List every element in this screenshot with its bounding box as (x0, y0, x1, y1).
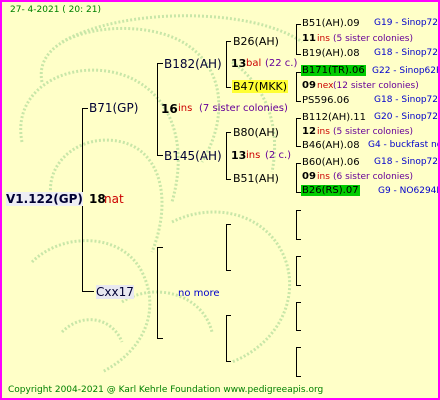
queen-cxx17[interactable]: Cxx17 (96, 285, 134, 299)
queen-b80[interactable]: B80(AH) (233, 126, 279, 139)
b26-note: (22 c.) (265, 58, 298, 69)
b51-parent-note: (6 sister colonies) (333, 172, 414, 182)
b46-08-line: G4 - buckfast no (368, 140, 440, 150)
b26-tag: bal (246, 58, 262, 69)
b80-count: 13 (231, 149, 247, 162)
b26-parent-note: (5 sister colonies) (333, 34, 414, 44)
copyright-footer: Copyright 2004-2021 @ Karl Kehrle Founda… (8, 385, 324, 395)
b47-parent-tag: nex (317, 81, 334, 91)
b51-parent-tag: ins (317, 172, 330, 182)
b26-rs-07-line: G9 - NO6294R (378, 186, 440, 196)
queen-b71[interactable]: B71(GP) (89, 101, 138, 115)
queen-b145[interactable]: B145(AH) (164, 149, 222, 163)
b47-parent-note: (12 sister colonies) (333, 81, 419, 91)
b26-parent-count: 11 (302, 33, 316, 44)
pedigree-frame: 27- 4-2021 ( 20: 21) V1.122(GP) 18 nat B… (0, 0, 440, 400)
queen-ps596-06[interactable]: PS596.06 (302, 95, 349, 106)
queen-b51[interactable]: B51(AH) (233, 172, 279, 185)
b80-parent-tag: ins (317, 127, 330, 137)
cxx17-note: no more (178, 288, 220, 299)
queen-b112-11[interactable]: B112(AH).11 (302, 112, 366, 123)
b51-parent-count: 09 (302, 171, 316, 182)
b60-06-line: G18 - Sinop72R (374, 157, 440, 167)
root-tag: nat (104, 192, 124, 206)
queen-b47[interactable]: B47(MKK) (232, 80, 289, 93)
b80-parent-count: 12 (302, 126, 316, 137)
queen-b26[interactable]: B26(AH) (233, 35, 279, 48)
queen-b60-06[interactable]: B60(AH).06 (302, 157, 360, 168)
queen-b171-06[interactable]: B171(TR).06 (301, 65, 366, 76)
b71-bracket-line (157, 63, 158, 155)
b71-tag: ins (178, 103, 193, 114)
queen-b46-08[interactable]: B46(AH).08 (302, 140, 360, 151)
report-date: 27- 4-2021 ( 20: 21) (10, 5, 101, 15)
b51-09-line: G19 - Sinop72R (374, 18, 440, 28)
queen-b182[interactable]: B182(AH) (164, 57, 222, 71)
b19-08-line: G18 - Sinop72R (374, 48, 440, 58)
queen-b51-09[interactable]: B51(AH).09 (302, 18, 360, 29)
b80-tag: ins (246, 150, 261, 161)
b182-bracket-line (226, 41, 227, 87)
b71-note: (7 sister colonies) (199, 103, 288, 114)
b145-bracket-line (226, 132, 227, 179)
queen-b26-rs-07[interactable]: B26(RS).07 (301, 185, 360, 196)
queen-b19-08[interactable]: B19(AH).08 (302, 48, 360, 59)
b26-parent-tag: ins (317, 34, 330, 44)
b171-06-line: G22 - Sinop62R (372, 66, 440, 76)
root-queen[interactable]: V1.122(GP) (6, 192, 83, 206)
b47-parent-count: 09 (302, 80, 316, 91)
b80-note: (2 c.) (265, 150, 292, 161)
b26-count: 13 (231, 57, 247, 70)
b71-count: 16 (161, 102, 178, 116)
ps596-06-line: G18 - Sinop72R (374, 95, 440, 105)
cxx17-bracket-line (157, 247, 158, 338)
b80-parent-note: (5 sister colonies) (333, 127, 414, 137)
b112-11-line: G20 - Sinop72R (374, 112, 440, 122)
